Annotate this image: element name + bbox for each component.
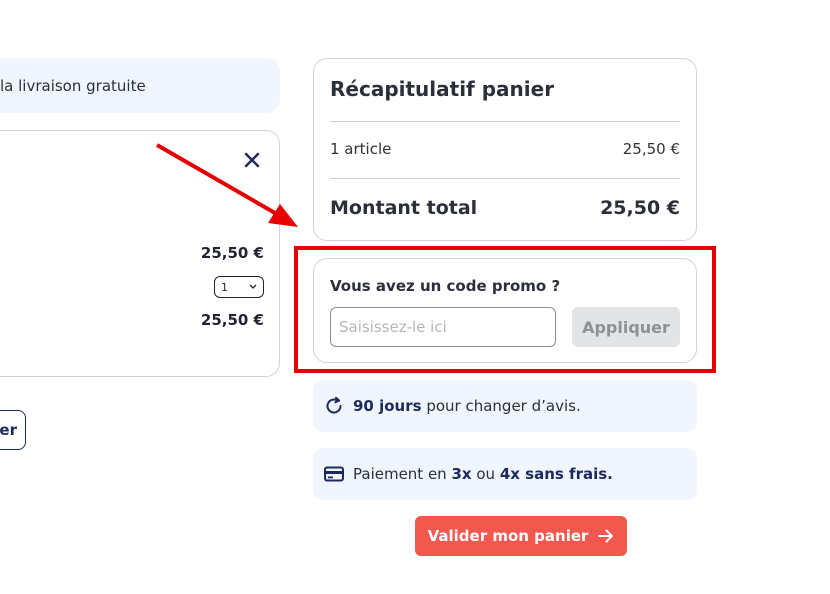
validate-cart-button[interactable]: Valider mon panier [415, 516, 627, 556]
payment-info-card: Paiement en 3x ou 4x sans frais. [313, 448, 697, 500]
arrow-right-icon [598, 529, 614, 543]
returns-info-text: 90 jours pour changer d’avis. [353, 397, 581, 415]
returns-days: 90 jours [353, 397, 422, 415]
refresh-icon [323, 395, 345, 417]
payment-3x: 3x [451, 465, 472, 483]
validate-cart-label: Valider mon panier [427, 527, 589, 545]
payment-4x: 4x sans frais. [499, 465, 613, 483]
payment-prefix: Paiement en [353, 465, 452, 483]
payment-info-text: Paiement en 3x ou 4x sans frais. [353, 465, 613, 483]
credit-card-icon [323, 463, 345, 485]
annotation-arrow-icon [156, 143, 298, 227]
payment-or: ou [471, 465, 500, 483]
returns-info-card: 90 jours pour changer d’avis. [313, 380, 697, 432]
returns-description: pour changer d’avis. [421, 397, 581, 415]
